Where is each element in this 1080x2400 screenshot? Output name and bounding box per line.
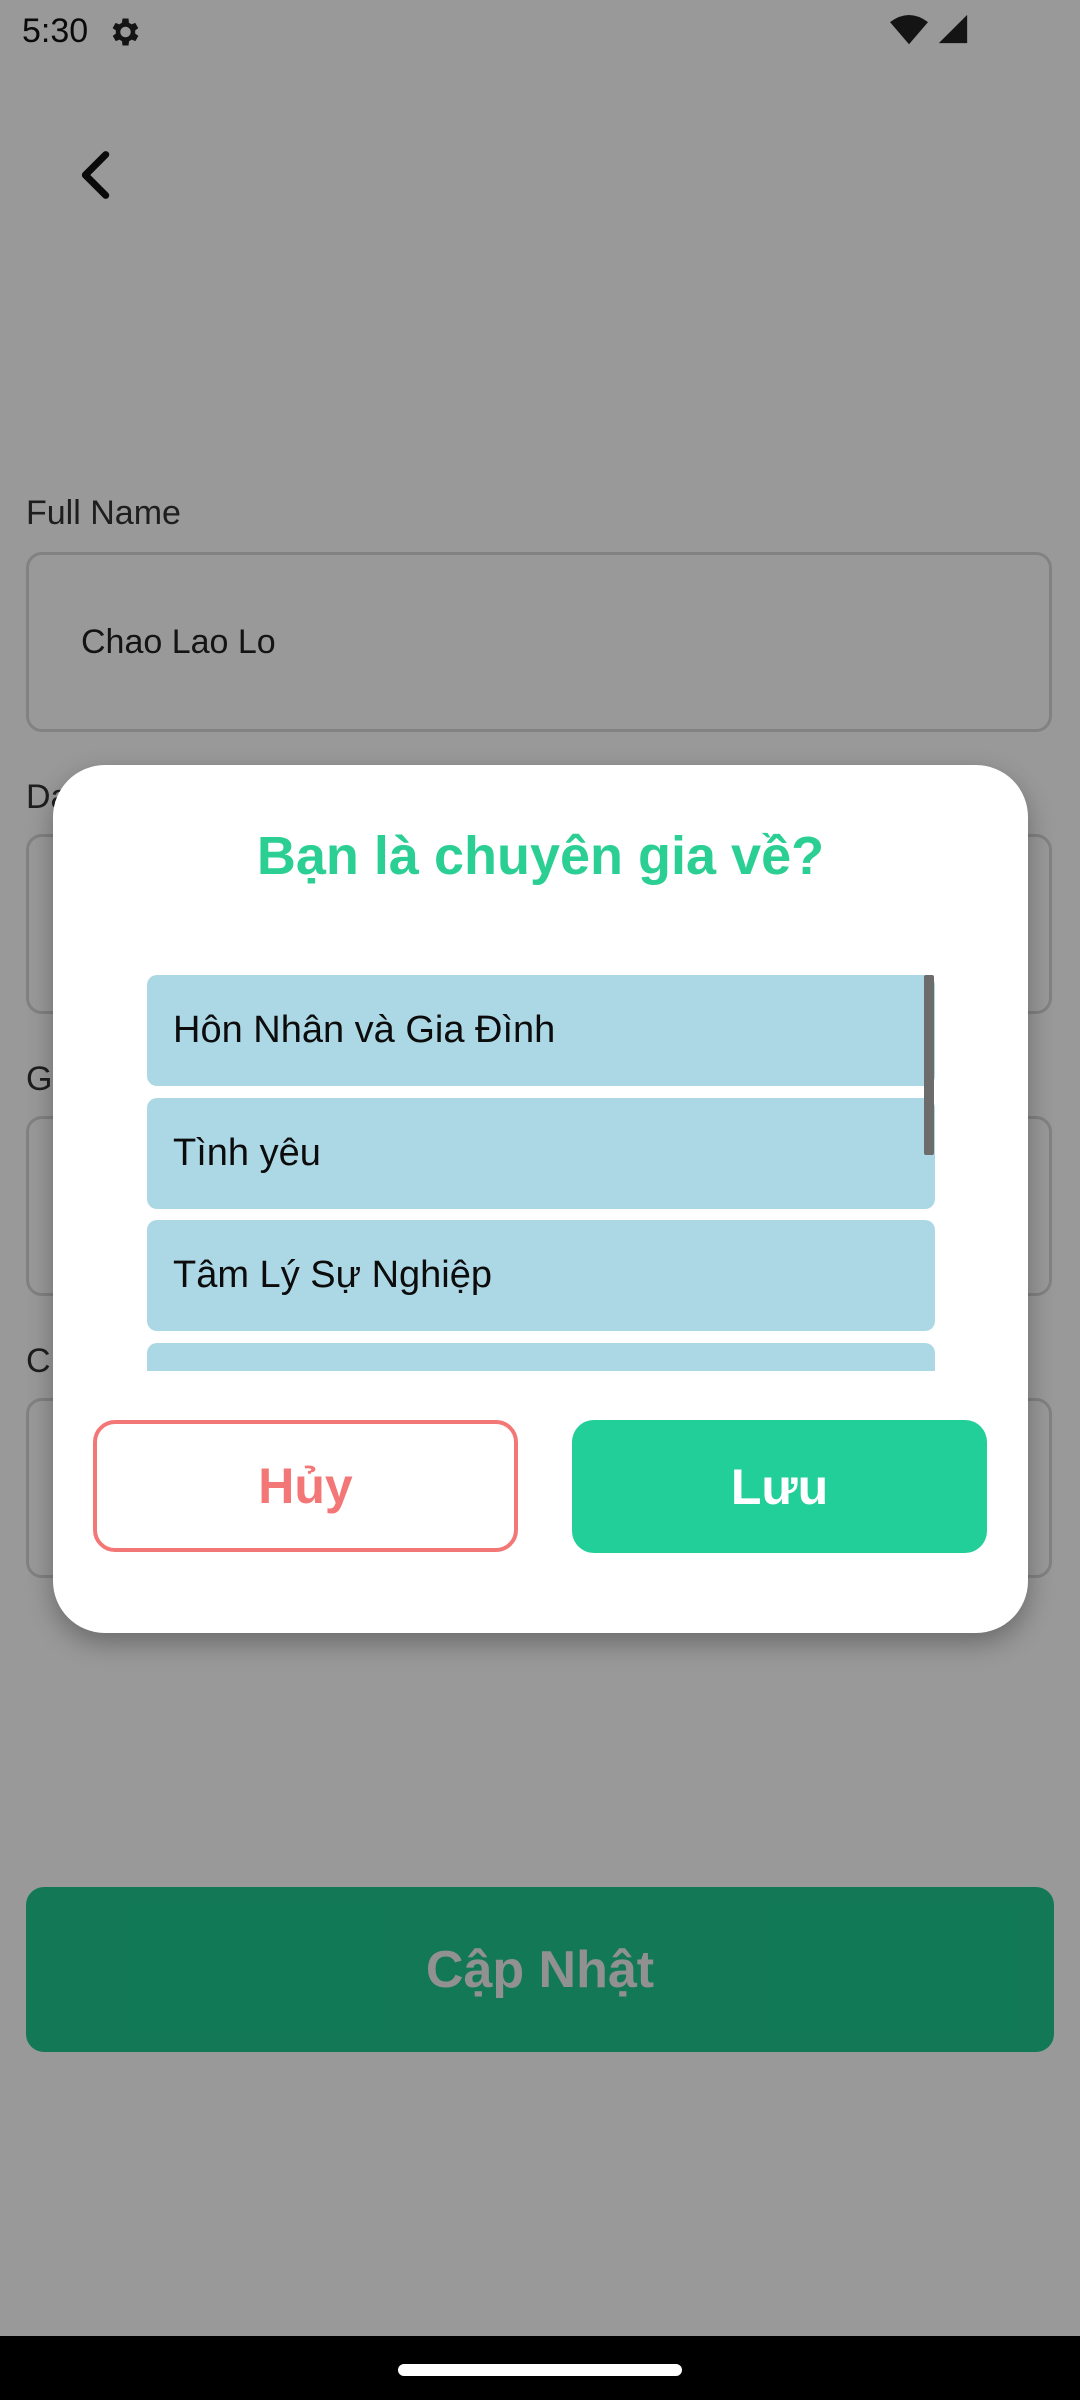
option-item-partial[interactable]: [147, 1343, 935, 1371]
home-handle[interactable]: [398, 2364, 682, 2376]
save-button[interactable]: Lưu: [572, 1420, 987, 1553]
options-scrollbar[interactable]: [924, 975, 934, 1155]
dialog-title: Bạn là chuyên gia về?: [256, 826, 825, 886]
save-button-label: Lưu: [730, 1458, 829, 1515]
option-item-marriage-family[interactable]: Hôn Nhân và Gia Đình: [147, 975, 935, 1086]
expertise-options-list[interactable]: Hôn Nhân và Gia Đình Tình yêu Tâm Lý Sự …: [147, 975, 937, 1371]
option-item-career-psychology[interactable]: Tâm Lý Sự Nghiệp: [147, 1220, 935, 1331]
option-item-love[interactable]: Tình yêu: [147, 1098, 935, 1209]
cancel-button-label: Hủy: [258, 1458, 353, 1514]
app-screen: 5:30 Full Name Chao Lao Lo Da G C Cập Nh…: [0, 0, 1080, 2400]
expertise-dialog: Bạn là chuyên gia về? Hôn Nhân và Gia Đì…: [53, 765, 1028, 1633]
cancel-button[interactable]: Hủy: [93, 1420, 518, 1552]
